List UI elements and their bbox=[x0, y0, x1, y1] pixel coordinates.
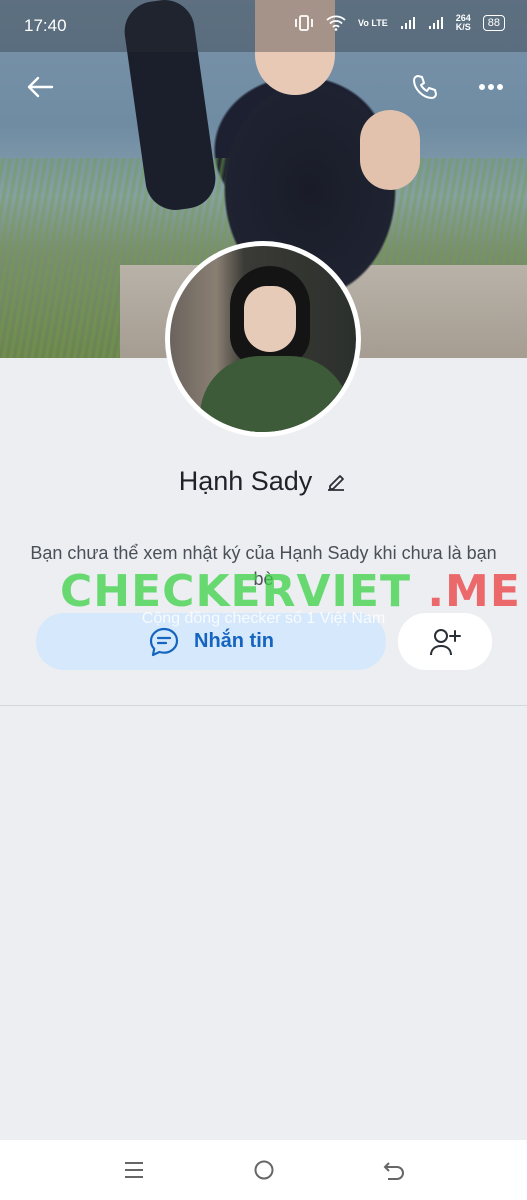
net-speed-unit: K/S bbox=[455, 22, 471, 32]
signal-icon-2 bbox=[428, 17, 443, 29]
phone-icon bbox=[413, 75, 437, 99]
back-button[interactable] bbox=[18, 62, 62, 112]
profile-name-row: Hạnh Sady bbox=[0, 466, 527, 497]
status-time: 17:40 bbox=[24, 16, 67, 35]
add-friend-icon bbox=[430, 628, 461, 655]
message-button-label: Nhắn tin bbox=[194, 630, 274, 652]
divider bbox=[0, 705, 527, 706]
top-nav bbox=[0, 62, 527, 112]
system-back-button[interactable] bbox=[379, 1155, 409, 1185]
home-icon bbox=[254, 1160, 273, 1180]
battery-level: 88 bbox=[482, 15, 505, 31]
signal-icon bbox=[400, 17, 415, 29]
status-bar: 17:40 Vo LTE 264 K/S 88 bbox=[0, 0, 527, 52]
avatar-face bbox=[244, 286, 296, 352]
edit-icon[interactable] bbox=[324, 470, 348, 494]
menu-button[interactable] bbox=[119, 1155, 149, 1185]
vibrate-icon bbox=[295, 15, 313, 31]
profile-name: Hạnh Sady bbox=[178, 466, 313, 496]
more-button[interactable] bbox=[469, 62, 513, 112]
back-icon bbox=[383, 1162, 404, 1180]
avatar[interactable] bbox=[165, 241, 361, 437]
menu-icon bbox=[124, 1162, 143, 1178]
wifi-icon bbox=[326, 15, 346, 31]
home-button[interactable] bbox=[249, 1155, 279, 1185]
network-label: Vo LTE bbox=[358, 17, 388, 28]
watermark-subtitle: Cộng đồng checker số 1 Việt Nam bbox=[141, 610, 386, 627]
net-speed: 264 K/S bbox=[456, 14, 471, 32]
more-icon bbox=[479, 84, 503, 90]
call-button[interactable] bbox=[403, 62, 447, 112]
chat-icon bbox=[149, 627, 179, 656]
status-icons: Vo LTE 264 K/S 88 bbox=[294, 14, 505, 32]
cover-shoulder bbox=[360, 110, 420, 190]
system-navbar bbox=[0, 1140, 527, 1200]
back-arrow-icon bbox=[27, 76, 54, 98]
